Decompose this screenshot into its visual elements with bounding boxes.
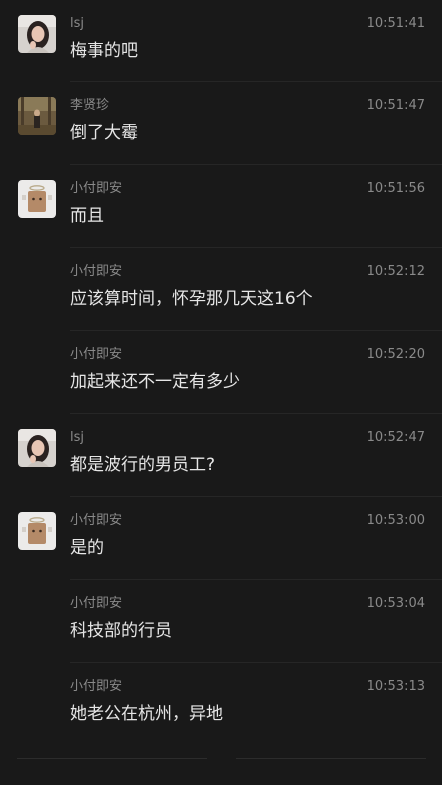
message-text: 应该算时间，怀孕那几天这16个 [70,289,313,309]
message-time: 10:52:12 [366,264,425,279]
sender-name: 小付即安 [70,181,123,196]
avatar[interactable] [18,180,56,218]
message-time: 10:53:04 [366,596,425,611]
sender-name: 小付即安 [70,513,123,528]
message-text: 倒了大霉 [70,123,138,143]
bottom-bar [0,757,442,785]
message-time: 10:51:47 [366,98,425,113]
avatar-xiaofu-image [18,180,56,218]
avatar[interactable] [18,97,56,135]
message-text: 都是波行的男员工? [70,455,216,475]
sender-name: lsj [70,16,84,31]
message-time: 10:52:47 [366,430,425,445]
message-text: 是的 [70,538,104,558]
message-time: 10:53:13 [366,679,425,694]
message-time: 10:51:41 [366,16,425,31]
message-item[interactable]: 李贤珍 10:51:47 倒了大霉 [0,82,442,165]
avatar-lixianzhen-image [18,97,56,135]
message-time: 10:53:00 [366,513,425,528]
message-item[interactable]: 小付即安 10:52:20 加起来还不一定有多少 [0,331,442,414]
message-time: 10:51:56 [366,181,425,196]
avatar-lsj-image [18,15,56,53]
message-item[interactable]: 小付即安 10:53:13 她老公在杭州，异地 [0,663,442,746]
message-item[interactable]: 小付即安 10:52:12 应该算时间，怀孕那几天这16个 [0,248,442,331]
message-text: 科技部的行员 [70,621,172,641]
sender-name: 小付即安 [70,264,123,279]
bottom-divider-left [17,758,207,759]
message-item[interactable]: 小付即安 10:53:00 是的 [0,497,442,580]
sender-name: 李贤珍 [70,98,110,113]
bottom-divider-right [236,758,426,759]
avatar-xiaofu-image [18,512,56,550]
message-text: 而且 [70,206,104,226]
message-item[interactable]: lsj 10:52:47 都是波行的男员工? [0,414,442,497]
sender-name: lsj [70,430,84,445]
sender-name: 小付即安 [70,596,123,611]
message-text: 梅事的吧 [70,41,138,61]
sender-name: 小付即安 [70,679,123,694]
message-item[interactable]: lsj 10:51:41 梅事的吧 [0,0,442,82]
avatar[interactable] [18,15,56,53]
avatar[interactable] [18,512,56,550]
avatar-lsj-image [18,429,56,467]
message-item[interactable]: 小付即安 10:53:04 科技部的行员 [0,580,442,663]
message-item[interactable]: 小付即安 10:51:56 而且 [0,165,442,248]
message-text: 她老公在杭州，异地 [70,704,223,724]
avatar[interactable] [18,429,56,467]
sender-name: 小付即安 [70,347,123,362]
message-time: 10:52:20 [366,347,425,362]
chat-history-list[interactable]: lsj 10:51:41 梅事的吧 李贤珍 10:51:47 倒了大霉 小付即安… [0,0,442,746]
message-text: 加起来还不一定有多少 [70,372,240,392]
